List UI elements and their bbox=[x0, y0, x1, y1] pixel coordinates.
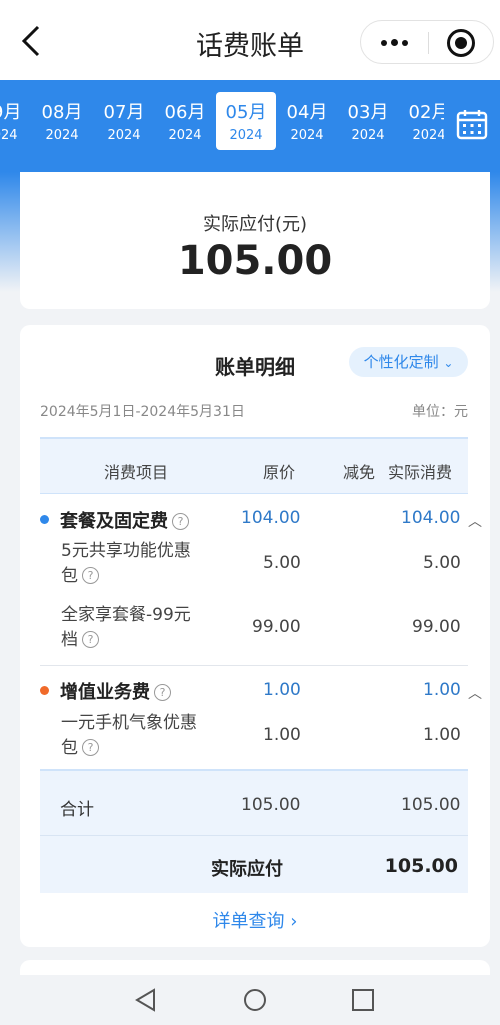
divider bbox=[40, 835, 468, 836]
group-title[interactable]: 增值业务费? bbox=[60, 678, 171, 704]
total-actual: 105.00 bbox=[401, 795, 461, 815]
help-icon[interactable]: ? bbox=[82, 567, 99, 584]
group-dot bbox=[40, 515, 49, 524]
home-circle-icon[interactable] bbox=[242, 987, 268, 1013]
bill-period: 2024年5月1日-2024年5月31日 bbox=[40, 404, 245, 420]
calendar-button[interactable] bbox=[444, 80, 500, 172]
item-original: 1.00 bbox=[263, 725, 301, 745]
calendar-icon bbox=[456, 110, 488, 140]
payable-label: 实际应付(元) bbox=[202, 214, 308, 235]
list-item: 5元共享功能优惠包? bbox=[61, 541, 191, 586]
month-selector: 09月2024 08月2024 07月2024 06月2024 05月2024 … bbox=[0, 80, 500, 172]
payable-row-amount: 105.00 bbox=[384, 855, 458, 877]
month-tab[interactable]: 07月 2024 bbox=[94, 92, 154, 150]
list-item: 全家享套餐-99元档? bbox=[61, 605, 191, 650]
target-icon[interactable] bbox=[447, 29, 475, 57]
divider bbox=[40, 665, 468, 666]
help-icon[interactable]: ? bbox=[82, 631, 99, 648]
column-header: 消费项目 bbox=[104, 463, 169, 482]
recent-square-icon[interactable] bbox=[350, 987, 376, 1013]
chevron-up-icon[interactable]: ︿ bbox=[468, 683, 482, 703]
help-icon[interactable]: ? bbox=[154, 684, 171, 701]
total-label: 合计 bbox=[60, 800, 94, 820]
help-icon[interactable]: ? bbox=[82, 739, 99, 756]
more-icon[interactable] bbox=[361, 21, 427, 65]
chevron-up-icon[interactable]: ︿ bbox=[468, 511, 482, 531]
month-tab[interactable]: 08月 2024 bbox=[32, 92, 92, 150]
item-actual: 99.00 bbox=[412, 617, 461, 637]
back-triangle-icon[interactable] bbox=[133, 987, 159, 1013]
item-original: 99.00 bbox=[252, 617, 301, 637]
list-item: 一元手机气象优惠包? bbox=[61, 713, 197, 758]
group-actual: 104.00 bbox=[401, 508, 461, 528]
mini-program-capsule bbox=[360, 20, 494, 64]
group-original: 104.00 bbox=[241, 508, 301, 528]
customize-button[interactable]: 个性化定制 ⌄ bbox=[349, 347, 468, 377]
chevron-down-icon: ⌄ bbox=[443, 356, 454, 370]
month-tab[interactable]: 06月 2024 bbox=[155, 92, 215, 150]
group-original: 1.00 bbox=[263, 680, 301, 700]
month-tab-selected[interactable]: 05月 2024 bbox=[216, 92, 276, 150]
item-actual: 1.00 bbox=[423, 725, 461, 745]
table-footer: 合计 105.00 105.00 实际应付 105.00 bbox=[40, 769, 468, 893]
item-actual: 5.00 bbox=[423, 553, 461, 573]
month-tab[interactable]: 03月 2024 bbox=[338, 92, 398, 150]
month-tab[interactable]: 09月2024 bbox=[0, 92, 31, 150]
help-icon[interactable]: ? bbox=[172, 513, 189, 530]
group-actual: 1.00 bbox=[423, 680, 461, 700]
detail-query-link[interactable]: 详单查询 › bbox=[20, 907, 490, 933]
item-original: 5.00 bbox=[263, 553, 301, 573]
column-header: 原价 bbox=[263, 463, 296, 482]
month-tab[interactable]: 04月 2024 bbox=[277, 92, 337, 150]
payable-amount: 105.00 bbox=[177, 238, 333, 284]
column-header: 实际消费 bbox=[388, 463, 453, 482]
total-original: 105.00 bbox=[241, 795, 301, 815]
table-header: 消费项目 原价 减免 实际消费 bbox=[40, 437, 468, 494]
top-bar: 话费账单 bbox=[0, 0, 500, 80]
unit-label: 单位：元 bbox=[412, 404, 468, 420]
bill-detail-card: 账单明细 个性化定制 ⌄ 2024年5月1日-2024年5月31日 单位：元 消… bbox=[20, 325, 490, 947]
column-header: 减免 bbox=[343, 463, 376, 482]
group-dot bbox=[40, 686, 49, 695]
group-title[interactable]: 套餐及固定费? bbox=[60, 507, 189, 533]
payable-row-label: 实际应付 bbox=[211, 859, 283, 880]
system-nav-bar bbox=[0, 975, 500, 1025]
payable-card: 实际应付(元) 105.00 bbox=[20, 172, 490, 309]
capsule-divider bbox=[428, 32, 429, 54]
